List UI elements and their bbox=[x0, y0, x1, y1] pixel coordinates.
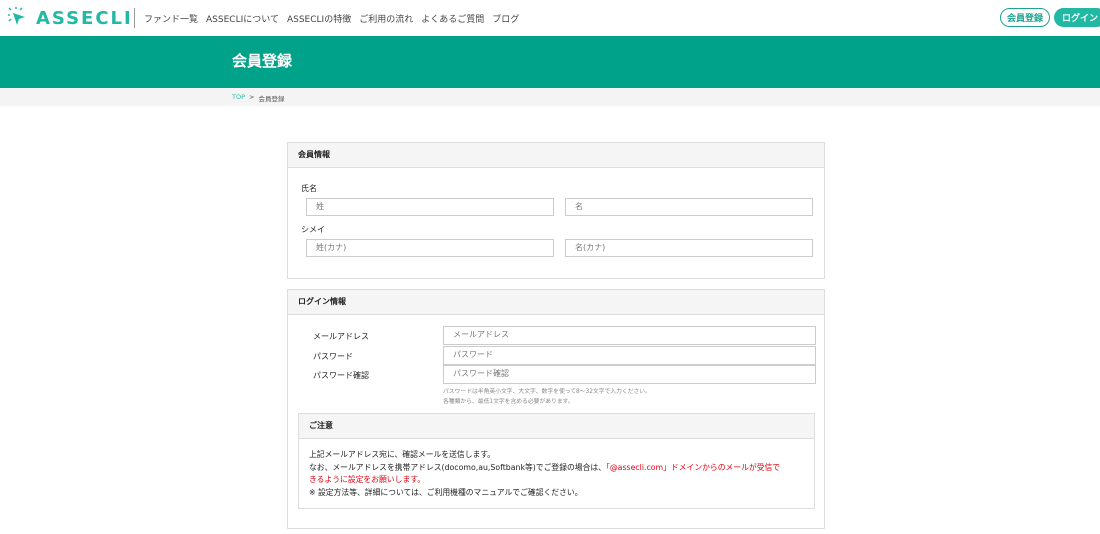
notice-line-3: きるように設定をお願いします。 bbox=[309, 475, 426, 484]
page-banner: 会員登録 bbox=[0, 36, 1100, 88]
breadcrumb: TOP > 会員登録 bbox=[232, 93, 284, 103]
password-hint-1: パスワードは半角英小文字、大文字、数字を使って8〜32文字で入力ください。 bbox=[443, 389, 651, 395]
first-kana-input[interactable]: 名(カナ) bbox=[565, 239, 813, 257]
email-label: メールアドレス bbox=[313, 332, 369, 341]
breadcrumb-separator: > bbox=[249, 93, 255, 101]
breadcrumb-top-link[interactable]: TOP bbox=[232, 93, 245, 103]
notice-domain-warning: 「@assecli.com」ドメインからのメールが受信で bbox=[605, 462, 781, 472]
nav-item-flow[interactable]: ご利用の流れ bbox=[359, 12, 413, 25]
name-label: 氏名 bbox=[301, 184, 317, 193]
nav-item-about[interactable]: ASSECLIについて bbox=[206, 12, 279, 25]
main-nav: ファンド一覧 ASSECLIについて ASSECLIの特徴 ご利用の流れ よくあ… bbox=[144, 12, 519, 25]
email-input[interactable]: メールアドレス bbox=[443, 326, 816, 345]
password-confirm-input[interactable]: パスワード確認 bbox=[443, 365, 816, 384]
notice-line-2: なお、メールアドレスを携帯アドレス(docomo,au,Softbank等)でご… bbox=[309, 462, 804, 475]
member-info-heading: 会員情報 bbox=[288, 143, 824, 168]
login-info-panel: ログイン情報 メールアドレス メールアドレス パスワード パスワード パスワード… bbox=[287, 289, 825, 529]
breadcrumb-bar: TOP > 会員登録 bbox=[0, 88, 1100, 106]
notice-body: 上記メールアドレス宛に、確認メールを送信します。 なお、メールアドレスを携帯アド… bbox=[299, 439, 814, 499]
breadcrumb-current: 会員登録 bbox=[258, 95, 285, 103]
logo[interactable]: ASSECLI bbox=[8, 6, 133, 30]
notice-line-4: ※ 設定方法等、詳細については、ご利用機種のマニュアルでご確認ください。 bbox=[309, 487, 583, 497]
register-button[interactable]: 会員登録 bbox=[1000, 8, 1050, 27]
login-button[interactable]: ログイン bbox=[1054, 8, 1100, 27]
password-label: パスワード bbox=[313, 352, 353, 361]
password-confirm-label: パスワード確認 bbox=[313, 371, 369, 380]
notice-line-2-text: なお、メールアドレスを携帯アドレス(docomo,au,Softbank等)でご… bbox=[309, 462, 606, 472]
nav-item-funds[interactable]: ファンド一覧 bbox=[144, 12, 198, 25]
page-title: 会員登録 bbox=[232, 52, 293, 70]
password-hint-2: 各種類から、最低1文字を含める必要があります。 bbox=[443, 399, 574, 405]
logo-icon bbox=[8, 7, 25, 25]
nav-item-faq[interactable]: よくあるご質問 bbox=[421, 12, 484, 25]
last-name-input[interactable]: 姓 bbox=[306, 198, 554, 216]
site-header: ASSECLI ファンド一覧 ASSECLIについて ASSECLIの特徴 ご利… bbox=[0, 0, 1100, 36]
login-info-heading: ログイン情報 bbox=[288, 290, 824, 315]
nav-item-blog[interactable]: ブログ bbox=[492, 12, 519, 25]
member-info-panel: 会員情報 氏名 姓 名 シメイ 姓(カナ) 名(カナ) bbox=[287, 142, 825, 279]
kana-label: シメイ bbox=[301, 225, 325, 234]
first-name-input[interactable]: 名 bbox=[565, 198, 813, 216]
header-divider bbox=[134, 8, 135, 28]
password-input[interactable]: パスワード bbox=[443, 346, 816, 365]
notice-line-1: 上記メールアドレス宛に、確認メールを送信します。 bbox=[309, 450, 496, 459]
notice-box: ご注意 上記メールアドレス宛に、確認メールを送信します。 なお、メールアドレスを… bbox=[298, 413, 815, 509]
notice-heading: ご注意 bbox=[299, 414, 814, 439]
logo-text: ASSECLI bbox=[36, 7, 133, 29]
last-kana-input[interactable]: 姓(カナ) bbox=[306, 239, 554, 257]
nav-item-features[interactable]: ASSECLIの特徴 bbox=[287, 12, 351, 25]
